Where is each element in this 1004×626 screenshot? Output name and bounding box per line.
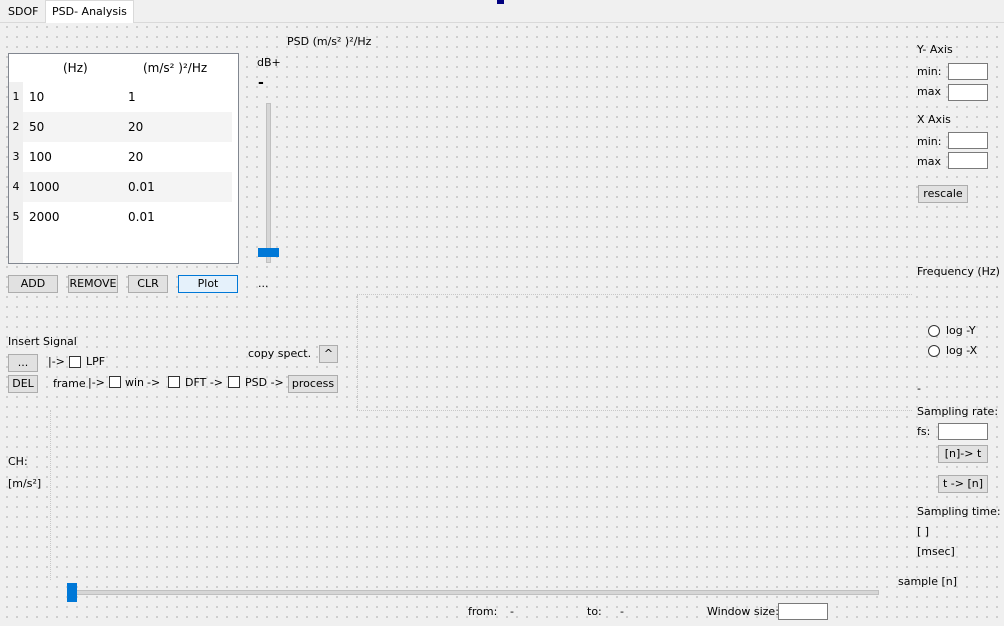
divider [357, 294, 912, 295]
x-min-input[interactable] [948, 132, 988, 149]
remove-button[interactable]: REMOVE [68, 275, 118, 293]
to-value: - [620, 605, 624, 618]
del-button[interactable]: DEL [8, 375, 38, 393]
channel-label: CH: [8, 455, 28, 468]
cell-hz[interactable]: 100 [29, 142, 52, 172]
sample-slider-thumb[interactable] [67, 583, 77, 602]
log-y-radio[interactable] [928, 325, 940, 337]
clr-button[interactable]: CLR [128, 275, 168, 293]
plot-button[interactable]: Plot [178, 275, 238, 293]
header-hz: (Hz) [63, 61, 88, 75]
sampling-dash: - [917, 382, 921, 395]
from-value: - [510, 605, 514, 618]
cell-psd[interactable]: 1 [128, 82, 136, 112]
y-axis-title: Y- Axis [917, 43, 953, 56]
lpf-checkbox[interactable] [69, 356, 81, 368]
channel-unit: [m/s²] [8, 477, 42, 490]
db-slider-track[interactable] [266, 103, 271, 263]
arrow-label: |-> [48, 355, 65, 368]
row-number: 5 [9, 202, 23, 232]
cell-psd[interactable]: 0.01 [128, 202, 155, 232]
psd-checkbox[interactable] [228, 376, 240, 388]
arrow-label: |-> [88, 376, 105, 389]
tab-sdof[interactable]: SDOF [2, 2, 44, 22]
from-label: from: [468, 605, 498, 618]
fs-input[interactable] [938, 423, 988, 440]
log-y-label: log -Y [946, 324, 976, 337]
db-plus-label: dB+ [257, 56, 281, 69]
n-to-t-button[interactable]: [n]-> t [938, 445, 988, 463]
plot-y-label: PSD (m/s² )²/Hz [287, 35, 372, 48]
log-x-label: log -X [946, 344, 978, 357]
process-button[interactable]: process [288, 375, 338, 393]
sampling-time-label: Sampling time: [917, 505, 1001, 518]
log-x-radio[interactable] [928, 345, 940, 357]
win-checkbox[interactable] [109, 376, 121, 388]
frame-label: frame [53, 377, 86, 390]
db-minus-label: - [258, 75, 264, 91]
sample-slider-track[interactable] [72, 590, 879, 595]
sampling-time-unit: [msec] [917, 545, 955, 558]
arrow-label: -> [147, 376, 161, 389]
top-marker [497, 0, 504, 4]
cell-psd[interactable]: 20 [128, 112, 143, 142]
win-label: win [125, 376, 145, 389]
t-to-n-button[interactable]: t -> [n] [938, 475, 988, 493]
db-more-label: ... [258, 277, 269, 290]
divider [357, 410, 912, 411]
browse-button[interactable]: ... [8, 354, 38, 372]
add-button[interactable]: ADD [8, 275, 58, 293]
header-psd: (m/s² )²/Hz [143, 61, 208, 75]
insert-signal-label: Insert Signal [8, 335, 77, 348]
sampling-time-value: [ ] [917, 525, 930, 538]
row-number: 3 [9, 142, 23, 172]
lpf-label: LPF [86, 355, 106, 368]
sampling-rate-label: Sampling rate: [917, 405, 999, 418]
window-size-input[interactable] [778, 603, 828, 620]
window-size-label: Window size: [707, 605, 779, 618]
y-max-label: max [917, 85, 941, 98]
dft-label: DFT -> [185, 376, 224, 389]
dft-checkbox[interactable] [168, 376, 180, 388]
cell-hz[interactable]: 50 [29, 112, 44, 142]
row-number: 1 [9, 82, 23, 112]
copy-spect-button[interactable]: ^ [319, 345, 338, 363]
psd-table[interactable]: (Hz) (m/s² )²/Hz 1 10 1 2 50 20 3 100 20… [8, 53, 239, 264]
cell-hz[interactable]: 2000 [29, 202, 60, 232]
rescale-button[interactable]: rescale [918, 185, 968, 203]
cell-hz[interactable]: 1000 [29, 172, 60, 202]
y-min-input[interactable] [948, 63, 988, 80]
cell-hz[interactable]: 10 [29, 82, 44, 112]
fs-label: fs: [917, 425, 931, 438]
divider [50, 410, 51, 580]
row-number: 2 [9, 112, 23, 142]
sample-label: sample [n] [898, 575, 958, 588]
to-label: to: [587, 605, 602, 618]
divider [357, 295, 358, 410]
x-min-label: min: [917, 135, 942, 148]
y-max-input[interactable] [948, 84, 988, 101]
x-max-input[interactable] [948, 152, 988, 169]
cell-psd[interactable]: 0.01 [128, 172, 155, 202]
row-number: 4 [9, 172, 23, 202]
copy-spect-label: copy spect. [248, 347, 312, 360]
x-max-label: max [917, 155, 941, 168]
db-slider-thumb[interactable] [258, 247, 279, 257]
plot-x-label: Frequency (Hz) [917, 265, 1000, 278]
psd-label: PSD -> [245, 376, 284, 389]
tab-psd-analysis[interactable]: PSD- Analysis [45, 0, 134, 23]
y-min-label: min: [917, 65, 942, 78]
cell-psd[interactable]: 20 [128, 142, 143, 172]
x-axis-title: X Axis [917, 113, 951, 126]
